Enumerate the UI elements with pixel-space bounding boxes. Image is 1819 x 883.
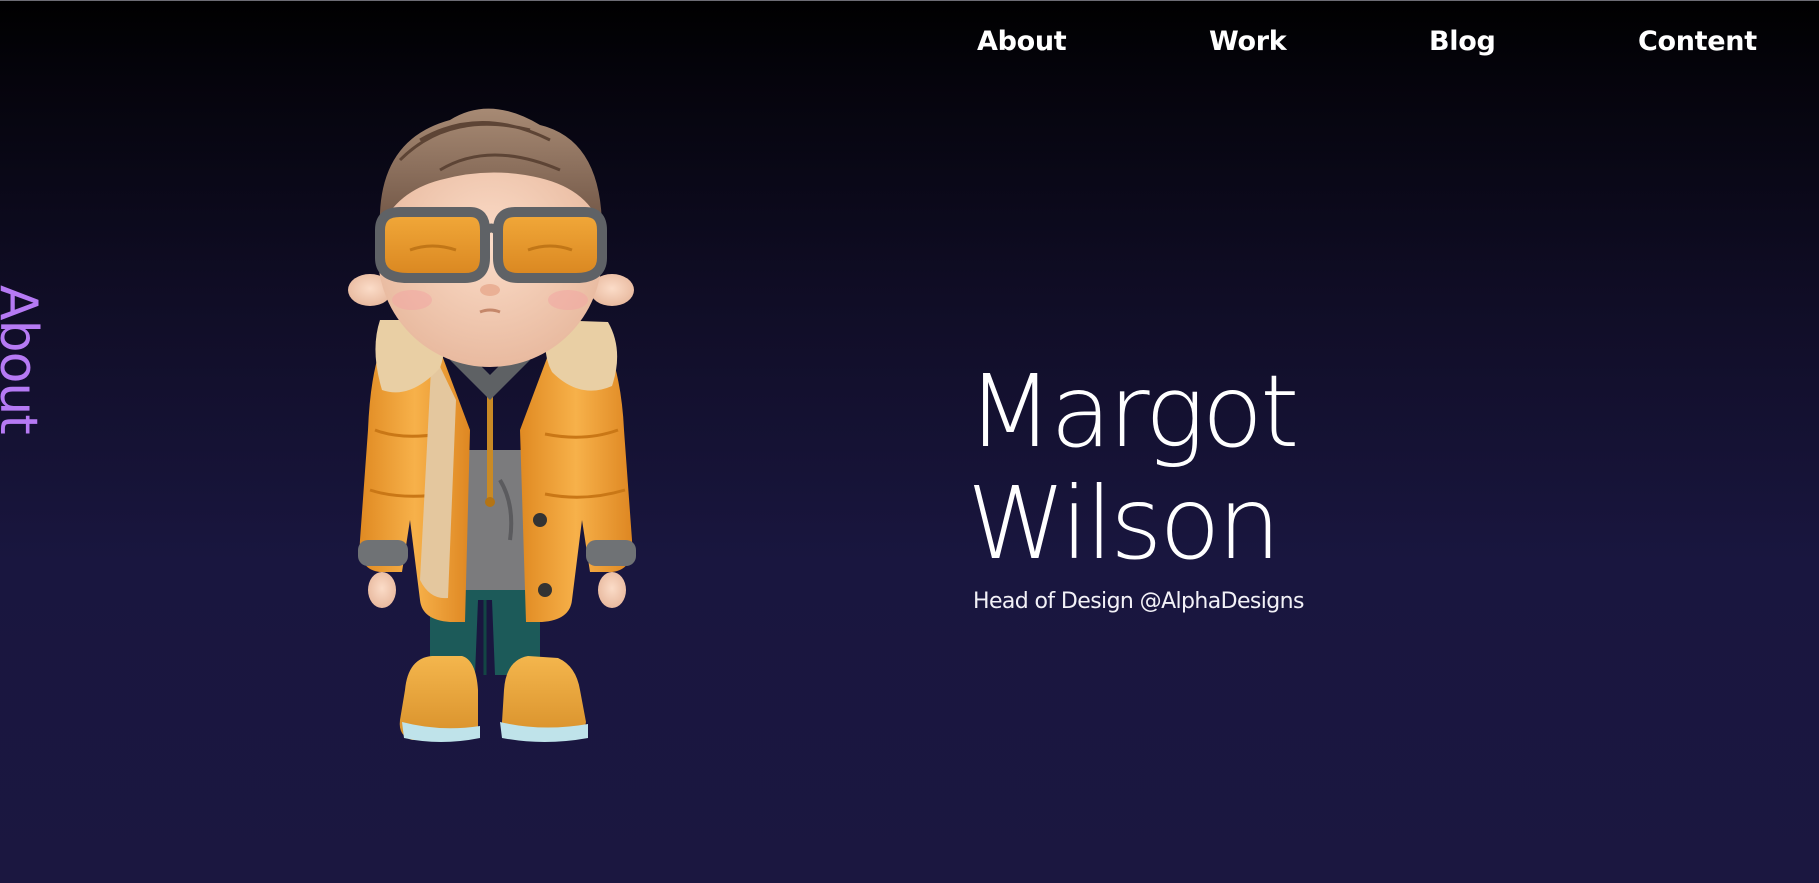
nav-link-content[interactable]: Content	[1638, 22, 1757, 62]
nav-link-blog[interactable]: Blog	[1429, 22, 1496, 62]
nav-link-work[interactable]: Work	[1209, 22, 1287, 62]
hero-last-name: Wilson	[967, 465, 1281, 582]
top-border	[0, 0, 1819, 1]
side-section-label-text: About	[0, 285, 44, 434]
hero-first-name: Margot	[967, 353, 1299, 470]
top-nav: About Work Blog Content	[0, 22, 1819, 62]
avatar-illustration	[340, 100, 660, 750]
hero-name: Margot Wilson	[967, 353, 1299, 582]
nav-link-about[interactable]: About	[977, 22, 1067, 62]
side-section-label: About	[0, 285, 44, 445]
hero-subtitle: Head of Design @AlphaDesigns	[973, 589, 1304, 614]
